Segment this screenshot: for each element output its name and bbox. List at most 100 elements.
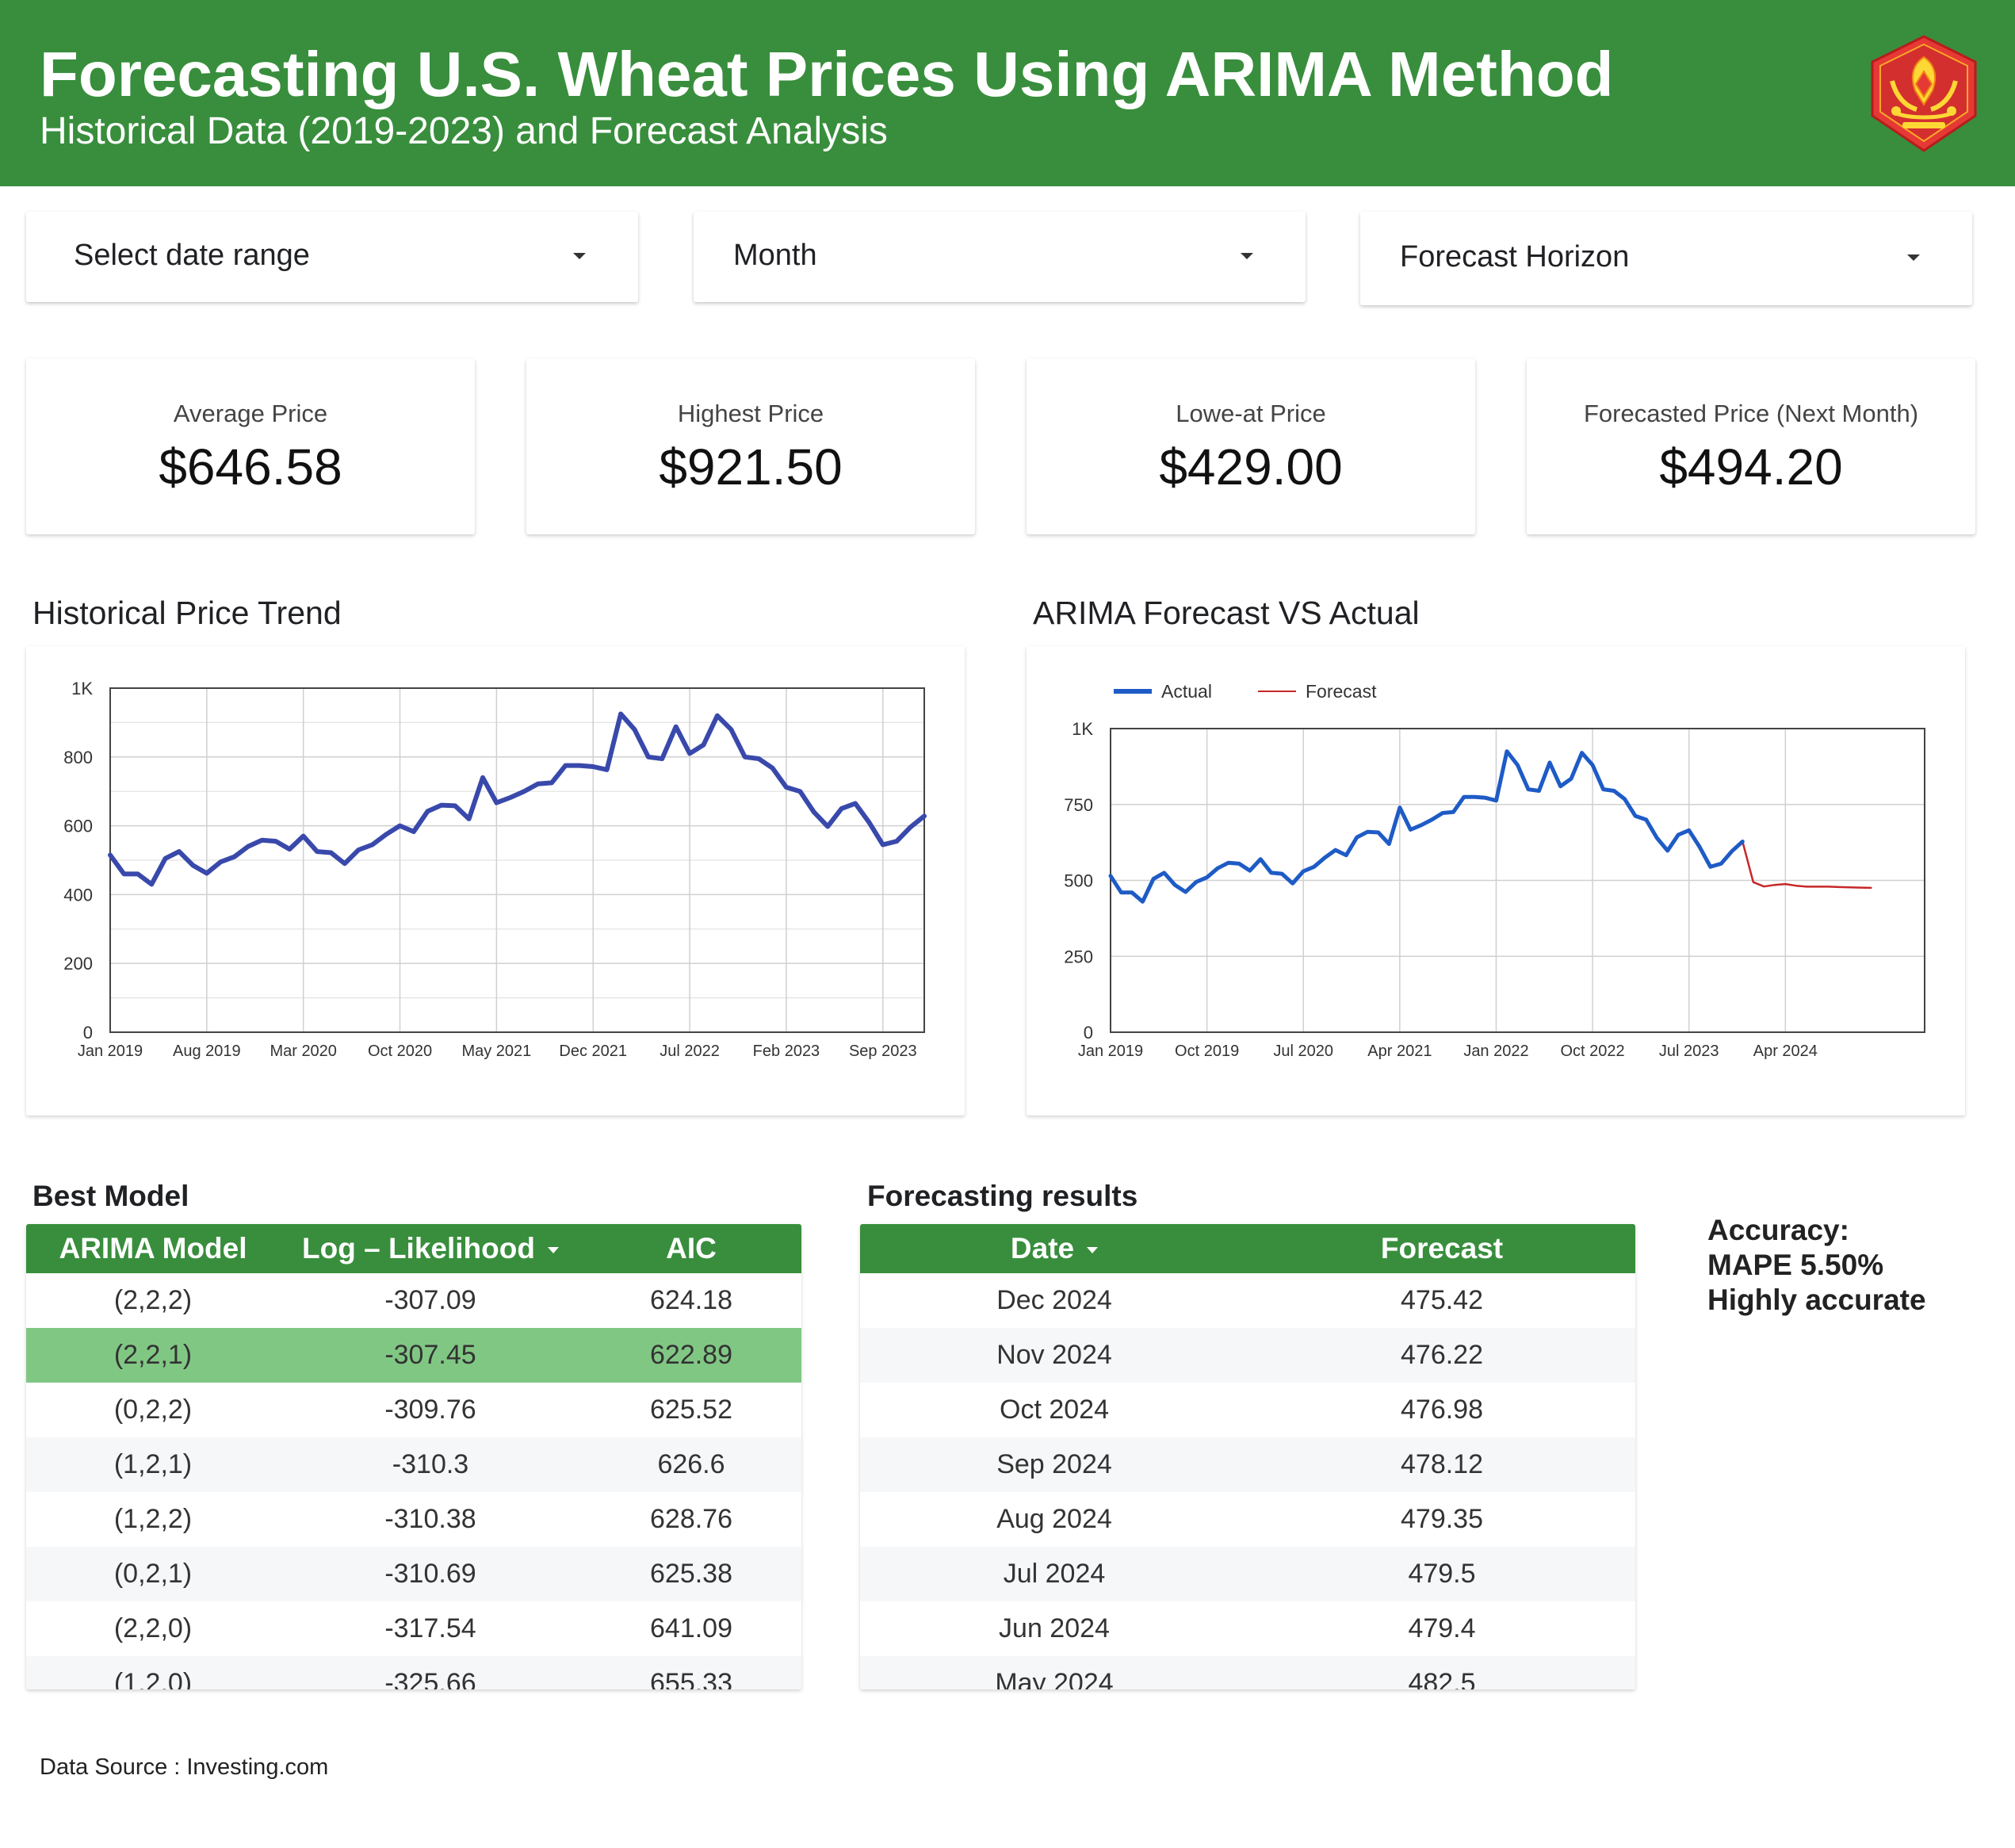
- x-tick-label: Oct 2022: [1561, 1043, 1625, 1060]
- column-header-log-likelihood[interactable]: Log – Likelihood: [280, 1232, 581, 1265]
- y-tick-label: 500: [1064, 871, 1093, 891]
- column-header-forecast[interactable]: Forecast: [1248, 1232, 1635, 1265]
- table-row[interactable]: (1,2,0) -325.66 655.33: [26, 1656, 801, 1689]
- table-cell: (2,2,0): [113, 1613, 193, 1643]
- series-line-forecast: [1109, 750, 1872, 903]
- table-cell: -310.38: [384, 1504, 476, 1534]
- column-label: Log – Likelihood: [302, 1232, 535, 1265]
- table-cell: (0,2,1): [113, 1559, 193, 1589]
- accuracy-label: Accuracy:: [1707, 1214, 1849, 1246]
- table-cell: 479.35: [1401, 1504, 1483, 1534]
- table-header: Date Forecast: [860, 1224, 1635, 1273]
- header-banner: Forecasting U.S. Wheat Prices Using ARIM…: [0, 0, 2015, 186]
- table-cell: (1,2,0): [113, 1668, 193, 1689]
- x-tick-label: Jan 2019: [78, 1043, 143, 1060]
- table-row[interactable]: Aug 2024 479.35: [860, 1492, 1635, 1547]
- table-row[interactable]: Jun 2024 479.4: [860, 1601, 1635, 1656]
- table-cell: 475.42: [1401, 1285, 1483, 1315]
- kpi-value: $921.50: [659, 438, 843, 495]
- kpi-label: Highest Price: [677, 400, 824, 427]
- y-tick-label: 0: [1084, 1023, 1093, 1043]
- table-row[interactable]: (1,2,2) -310.38 628.76: [26, 1492, 801, 1547]
- table-cell: -307.45: [384, 1340, 476, 1370]
- best-model-table: ARIMA Model Log – Likelihood AIC (2,2,2)…: [26, 1224, 801, 1689]
- table-header: ARIMA Model Log – Likelihood AIC: [26, 1224, 801, 1273]
- x-tick-label: Jan 2019: [1078, 1043, 1143, 1060]
- x-tick-label: May 2021: [461, 1043, 531, 1060]
- table-cell: 482.5: [1408, 1668, 1476, 1689]
- x-tick-label: Apr 2021: [1367, 1043, 1432, 1060]
- table-row[interactable]: (2,2,2) -307.09 624.18: [26, 1273, 801, 1328]
- forecast-horizon-dropdown[interactable]: Forecast Horizon: [1360, 212, 1972, 305]
- column-label: Date: [1010, 1232, 1075, 1265]
- column-header-aic[interactable]: AIC: [581, 1232, 801, 1265]
- forecast-vs-actual-chart: 0 250 500 750 1K Jan 2019 Oct 2019 Jul 2020 Apr …: [1064, 681, 1925, 1060]
- kpi-label: Lowe-at Price: [1176, 400, 1326, 427]
- kpi-average-price: Average Price $646.58: [26, 358, 475, 534]
- table-cell: 476.22: [1401, 1340, 1483, 1370]
- table-row[interactable]: (2,2,1) -307.45 622.89: [26, 1328, 801, 1383]
- x-tick-label: Jul 2022: [660, 1043, 720, 1060]
- x-tick-label: Jul 2020: [1273, 1043, 1333, 1060]
- university-emblem-icon: [1871, 35, 1977, 152]
- table-row[interactable]: Oct 2024 476.98: [860, 1383, 1635, 1437]
- kpi-value: $429.00: [1159, 438, 1343, 495]
- x-tick-label: Oct 2019: [1175, 1043, 1239, 1060]
- table-cell: 624.18: [650, 1285, 732, 1315]
- table-cell: Oct 2024: [1000, 1395, 1109, 1425]
- table-row[interactable]: Dec 2024 475.42: [860, 1273, 1635, 1328]
- month-dropdown[interactable]: Month: [694, 212, 1306, 302]
- forecasting-results-title: Forecasting results: [867, 1180, 1138, 1212]
- sort-down-icon: [547, 1247, 559, 1254]
- sort-down-icon: [1087, 1247, 1099, 1254]
- table-cell: (1,2,1): [113, 1449, 193, 1479]
- table-row[interactable]: (1,2,1) -310.3 626.6: [26, 1437, 801, 1492]
- y-tick-label: 250: [1064, 947, 1093, 966]
- table-row[interactable]: May 2024 482.5: [860, 1656, 1635, 1689]
- y-tick-label: 750: [1064, 795, 1093, 815]
- table-cell: Jun 2024: [999, 1613, 1110, 1643]
- table-cell: -309.76: [384, 1395, 476, 1425]
- column-header-model[interactable]: ARIMA Model: [26, 1232, 280, 1265]
- forecast-chart-title: ARIMA Forecast VS Actual: [1033, 595, 1420, 631]
- table-row[interactable]: Nov 2024 476.22: [860, 1328, 1635, 1383]
- historical-chart-title: Historical Price Trend: [32, 595, 342, 631]
- y-tick-label: 200: [63, 954, 93, 974]
- date-range-label: Select date range: [74, 239, 310, 272]
- table-cell: 655.33: [650, 1668, 732, 1689]
- table-cell: -310.69: [384, 1559, 476, 1589]
- column-header-date[interactable]: Date: [860, 1232, 1248, 1265]
- table-row[interactable]: (0,2,1) -310.69 625.38: [26, 1547, 801, 1601]
- x-tick-label: Feb 2023: [753, 1043, 820, 1060]
- x-tick-label: Jul 2023: [1659, 1043, 1719, 1060]
- table-cell: 476.98: [1401, 1395, 1483, 1425]
- y-tick-label: 1K: [1072, 719, 1093, 739]
- table-cell: 479.5: [1408, 1559, 1476, 1589]
- table-row[interactable]: Jul 2024 479.5: [860, 1547, 1635, 1601]
- table-cell: May 2024: [995, 1668, 1114, 1689]
- legend-label: Actual: [1161, 681, 1212, 702]
- table-row[interactable]: (2,2,0) -317.54 641.09: [26, 1601, 801, 1656]
- date-range-dropdown[interactable]: Select date range: [26, 212, 638, 302]
- table-cell: (1,2,2): [113, 1504, 193, 1534]
- best-model-title: Best Model: [32, 1180, 189, 1212]
- month-label: Month: [733, 239, 817, 272]
- kpi-forecasted-price: Forecasted Price (Next Month) $494.20: [1527, 358, 1975, 534]
- kpi-label: Average Price: [173, 400, 328, 427]
- kpi-highest-price: Highest Price $921.50: [526, 358, 975, 534]
- kpi-lowest-price: Lowe-at Price $429.00: [1027, 358, 1475, 534]
- table-cell: 626.6: [657, 1449, 725, 1479]
- kpi-value: $494.20: [1659, 438, 1843, 495]
- y-tick-label: 0: [83, 1023, 93, 1043]
- table-row[interactable]: Sep 2024 478.12: [860, 1437, 1635, 1492]
- table-cell: 625.52: [650, 1395, 732, 1425]
- chevron-down-icon: [1907, 254, 1920, 261]
- table-cell: 479.4: [1408, 1613, 1476, 1643]
- table-cell: Jul 2024: [1003, 1559, 1106, 1589]
- accuracy-verdict: Highly accurate: [1707, 1284, 1926, 1316]
- y-tick-label: 800: [63, 748, 93, 767]
- table-row[interactable]: (0,2,2) -309.76 625.52: [26, 1383, 801, 1437]
- x-tick-label: Sep 2023: [849, 1043, 917, 1060]
- data-source: Data Source : Investing.com: [40, 1754, 329, 1780]
- table-cell: Nov 2024: [996, 1340, 1112, 1370]
